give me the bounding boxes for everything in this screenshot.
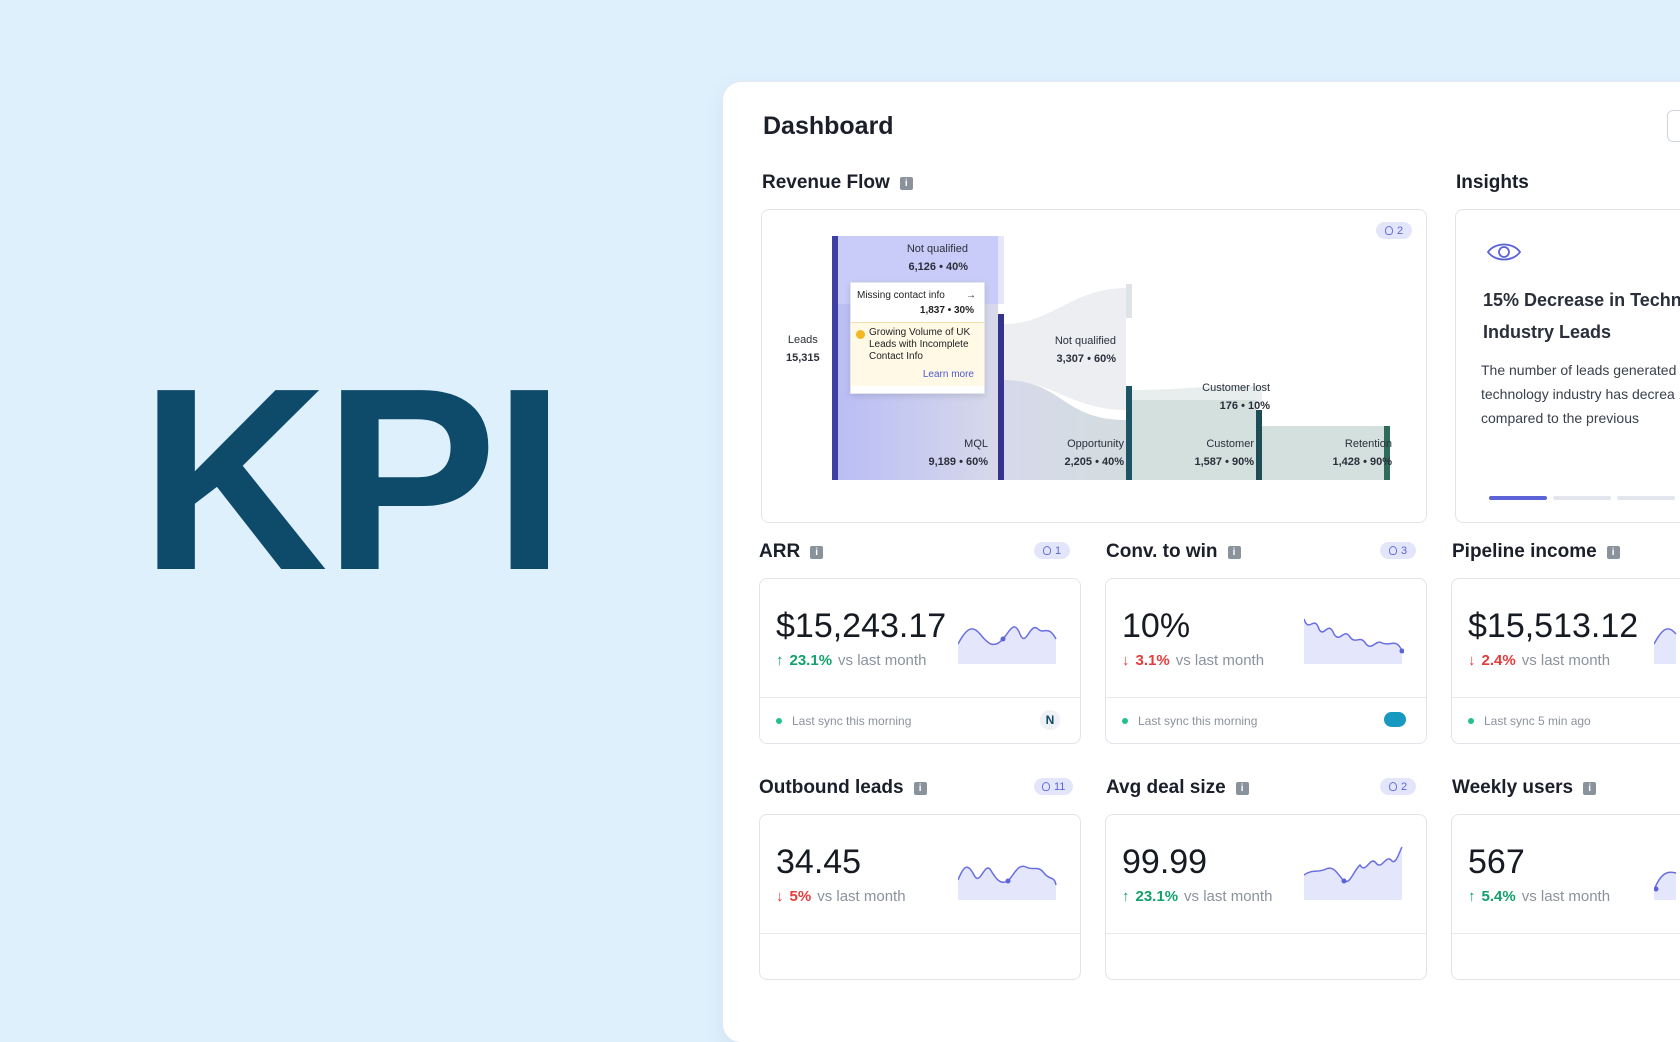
kpi-footer: [1452, 933, 1680, 980]
kpi-footer: [1106, 933, 1426, 980]
arrow-down-icon: ↓: [1468, 652, 1476, 669]
flow-tooltip[interactable]: Missing contact info → 1,837 • 30% Growin…: [850, 282, 985, 394]
kpi-value: $15,243.17: [776, 607, 947, 645]
insight-badge[interactable]: 1: [1034, 542, 1070, 559]
sparkline: [1654, 628, 1677, 664]
sparkline: [1304, 846, 1403, 900]
node-mql: [998, 314, 1004, 480]
insight-body: The number of leads generated technology…: [1481, 362, 1680, 426]
hero-title: KPI: [140, 335, 565, 625]
kpi-value: 10%: [1122, 607, 1191, 645]
sync-status-dot: [776, 718, 782, 724]
sync-status-dot: [1122, 718, 1128, 724]
sparkline: [958, 626, 1057, 664]
kpi-delta: ↑ 23.1% vs last month: [776, 652, 927, 669]
info-icon[interactable]: i: [1583, 781, 1597, 795]
kpi-delta: ↓ 2.4% vs last month: [1468, 652, 1611, 669]
kpi-title-arr: ARR i: [759, 541, 824, 563]
toolbar-button[interactable]: [1667, 110, 1680, 142]
node-opportunity: [1126, 386, 1132, 480]
salesforce-icon: [1384, 712, 1406, 727]
kpi-value: $15,513.12: [1468, 607, 1639, 645]
learn-more-link[interactable]: Learn more: [923, 369, 974, 380]
insight-badge[interactable]: 11: [1034, 778, 1074, 795]
kpi-delta: ↑ 5.4% vs last month: [1468, 888, 1611, 905]
kpi-title-avg-deal-size: Avg deal size i: [1106, 777, 1249, 799]
customer-lost-label: Customer lost 176 • 10%: [1202, 382, 1270, 412]
kpi-delta: ↓ 5% vs last month: [776, 888, 906, 905]
carousel-indicator[interactable]: [1617, 496, 1675, 500]
lightbulb-icon: [1042, 782, 1050, 791]
kpi-card-outbound-leads[interactable]: 34.45 ↓ 5% vs last month: [759, 814, 1081, 980]
kpi-delta: ↓ 3.1% vs last month: [1122, 652, 1265, 669]
arrow-up-icon: ↑: [1122, 888, 1130, 905]
kpi-card-conv-to-win[interactable]: 10% ↓ 3.1% vs last month Last sync this mo…: [1105, 578, 1427, 744]
retention-label: Retention 1,428 • 90%: [1332, 438, 1392, 468]
lightbulb-icon: [1042, 546, 1051, 555]
node-not-qualified: [998, 236, 1004, 304]
info-icon[interactable]: i: [1606, 545, 1620, 559]
nimble-icon: N: [1040, 710, 1060, 730]
not-qualified-label: Not qualified 6,126 • 40%: [906, 243, 968, 273]
lightbulb-icon: [1388, 546, 1397, 555]
sparkline: [958, 865, 1057, 900]
info-icon[interactable]: i: [1227, 545, 1241, 559]
kpi-footer: Last sync this morning N: [760, 697, 1080, 744]
lightbulb-icon: [1388, 782, 1397, 791]
eye-icon: [1486, 243, 1522, 261]
info-icon[interactable]: i: [913, 781, 927, 795]
customer-label: Customer 1,587 • 90%: [1194, 438, 1254, 468]
sparkline: [1654, 871, 1677, 900]
kpi-footer: [760, 933, 1080, 980]
arrow-down-icon: ↓: [776, 888, 784, 905]
kpi-title-outbound-leads: Outbound leads i: [759, 777, 927, 799]
node-not-qualified-2: [1126, 284, 1132, 318]
revenue-flow-card: 2 Leads15,315 Not qualified6,126 • 40%: [761, 209, 1427, 523]
not-qualified-2-label: Not qualified 3,307 • 60%: [1054, 335, 1116, 365]
kpi-footer: Last sync this morning: [1106, 697, 1426, 744]
insights-title: Insights: [1456, 172, 1529, 193]
opportunity-label: Opportunity 2,205 • 40%: [1064, 438, 1124, 468]
kpi-title-weekly-users: Weekly users i: [1452, 777, 1597, 799]
node-leads: [832, 236, 838, 480]
kpi-card-pipeline-income[interactable]: $15,513.12 ↓ 2.4% vs last month Last sync …: [1451, 578, 1680, 744]
arrow-up-icon: ↑: [1468, 888, 1476, 905]
arrow-down-icon: ↓: [1122, 652, 1130, 669]
kpi-title-pipeline-income: Pipeline income i: [1452, 541, 1620, 563]
info-icon[interactable]: i: [1235, 781, 1249, 795]
arrow-right-icon: →: [966, 290, 976, 301]
kpi-delta: ↑ 23.1% vs last month: [1122, 888, 1273, 905]
sparkline: [1304, 618, 1404, 664]
kpi-title-conv-to-win: Conv. to win i: [1106, 541, 1241, 563]
insight-card[interactable]: 15% Decrease in Techno Industry Leads Th…: [1455, 209, 1680, 523]
kpi-footer: Last sync 5 min ago: [1452, 697, 1680, 744]
warning-icon: [856, 330, 865, 339]
node-customer: [1256, 410, 1262, 480]
dashboard-panel: Dashboard Revenue Flow i 2 Leads 15,315 …: [723, 82, 1680, 1042]
insight-headline: 15% Decrease in Techno Industry Leads: [1483, 290, 1680, 342]
carousel-indicator-active[interactable]: [1489, 496, 1547, 500]
kpi-card-weekly-users[interactable]: 567 ↑ 5.4% vs last month: [1451, 814, 1680, 980]
arrow-up-icon: ↑: [776, 652, 784, 669]
kpi-value: 34.45: [776, 843, 862, 881]
info-icon[interactable]: i: [810, 545, 824, 559]
kpi-value: 99.99: [1122, 843, 1208, 881]
page-title: Dashboard: [763, 112, 894, 140]
warning-box: Growing Volume of UK Leads with Incomple…: [851, 322, 984, 386]
insight-badge[interactable]: 3: [1380, 542, 1416, 559]
revenue-flow-title: Revenue Flow i: [762, 172, 913, 194]
mql-label: MQL 9,189 • 60%: [928, 438, 988, 468]
info-icon[interactable]: i: [899, 176, 913, 190]
insight-badge[interactable]: 2: [1380, 778, 1416, 795]
sync-status-dot: [1468, 718, 1474, 724]
kpi-card-avg-deal-size[interactable]: 99.99 ↑ 23.1% vs last month: [1105, 814, 1427, 980]
carousel-indicator[interactable]: [1553, 496, 1611, 500]
kpi-card-arr[interactable]: $15,243.17 ↑ 23.1% vs last month Last sync…: [759, 578, 1081, 744]
kpi-value: 567: [1468, 843, 1525, 881]
leads-label: Leads 15,315: [786, 334, 820, 364]
